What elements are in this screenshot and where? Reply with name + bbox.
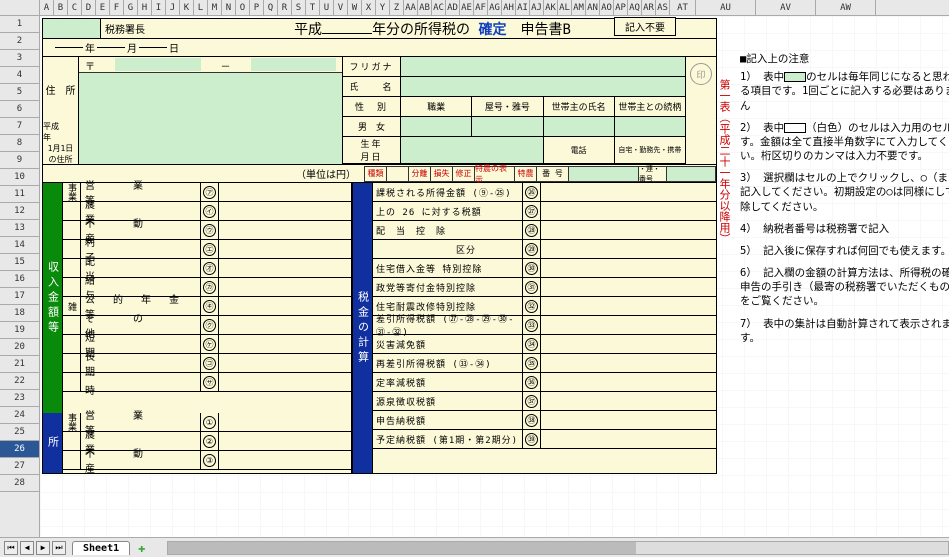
- form-title: 平成年分の所得税の 確定 申告書B: [149, 19, 716, 39]
- jusho-label: 住 所: [43, 57, 79, 122]
- tax-form: 記入不要 税務署長 平成年分の所得税の 確定 申告書B 年 月 日: [42, 18, 717, 474]
- nav-first-icon[interactable]: ⏮: [4, 541, 18, 555]
- seal-icon: 印: [690, 63, 712, 85]
- column-headers: A B C D E F G H I J K L M N O P Q R S T …: [0, 0, 949, 16]
- nav-next-icon[interactable]: ▶: [36, 541, 50, 555]
- shotoku-vlabel: 所: [43, 413, 63, 473]
- zeimu-label: 税務署長: [101, 21, 149, 36]
- birthdate-input[interactable]: [401, 137, 544, 164]
- worksheet-area[interactable]: 記入不要 税務署長 平成年分の所得税の 確定 申告書B 年 月 日: [40, 16, 949, 537]
- furigana-input[interactable]: [401, 57, 686, 77]
- nav-last-icon[interactable]: ⏭: [52, 541, 66, 555]
- add-sheet-icon[interactable]: ✚: [138, 541, 145, 555]
- nav-prev-icon[interactable]: ◀: [20, 541, 34, 555]
- instructions-panel: ■記入上の注意 1） 表中のセルは毎年同じになると思われる項目です。1回ごとに記…: [740, 52, 949, 353]
- shimei-input[interactable]: [401, 77, 686, 97]
- unit-label: （単位は円）: [296, 166, 356, 181]
- type-boxes: 種類 分離 損失 修正 特農の表示 特農 番 号 ・連・番号: [364, 166, 716, 182]
- date-row: 年 月 日: [43, 39, 716, 57]
- row-headers: 1 2 3 4 5 6 7 8 9 10 11 12 13 14 15 16 1…: [0, 16, 40, 537]
- side-red-label: 第一表（平成二十一年分以降用）: [718, 79, 732, 244]
- horizontal-scrollbar[interactable]: [167, 541, 949, 555]
- tax-calc-vlabel: 税金の計算: [353, 183, 373, 473]
- tab-sheet1[interactable]: Sheet1: [72, 541, 130, 555]
- office-green-cell[interactable]: [43, 19, 101, 38]
- address-input[interactable]: [79, 73, 342, 122]
- prev-address-input[interactable]: [79, 122, 342, 164]
- sheet-tabs: ⏮ ◀ ▶ ⏭ Sheet1 ✚: [0, 537, 949, 557]
- col-A[interactable]: A: [40, 0, 54, 15]
- income-vlabel: 収入金額等: [43, 183, 63, 413]
- selected-row[interactable]: 26: [0, 441, 39, 458]
